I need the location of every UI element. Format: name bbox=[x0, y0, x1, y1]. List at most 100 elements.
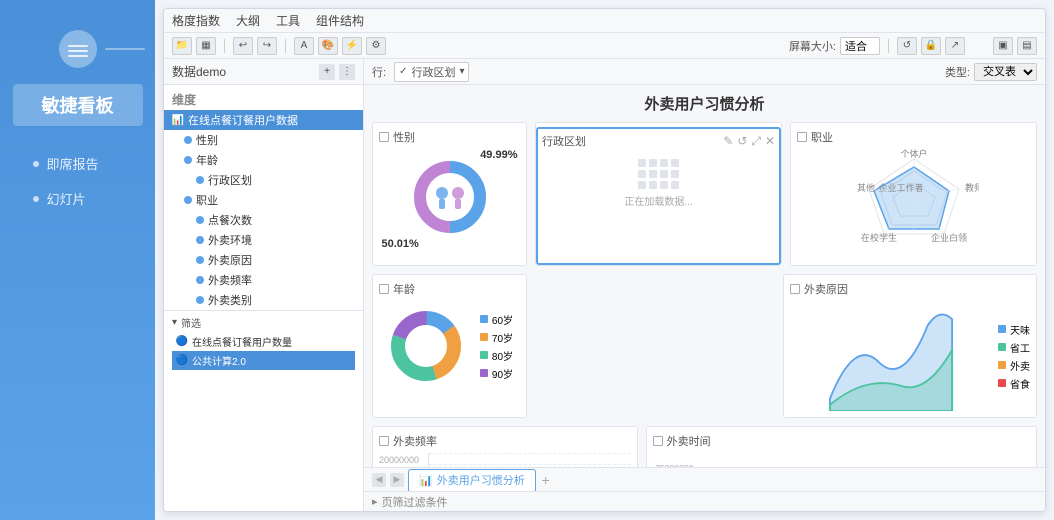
tree-item-category[interactable]: 外卖类别 bbox=[164, 290, 363, 310]
tree-item-label: 点餐次数 bbox=[208, 212, 252, 228]
tree-item-env[interactable]: 外卖环境 bbox=[164, 230, 363, 250]
legend-dot bbox=[998, 361, 1006, 369]
edit-icon[interactable]: ✎ bbox=[723, 134, 733, 149]
left-panel: 数据demo + ⋮ 维度 📊 在线点餐订餐用户数据 性别 bbox=[164, 59, 364, 511]
toolbar-btn-settings[interactable]: ⚙ bbox=[366, 37, 386, 55]
dashboard-title: 外卖用户习惯分析 bbox=[372, 93, 1037, 114]
app-window: 格度指数 大纲 工具 组件结构 📁 ▦ ↩ ↪ A 🎨 ⚡ ⚙ 屏幕大小: ↺ … bbox=[163, 8, 1046, 512]
tree-item-label: 外卖频率 bbox=[208, 272, 252, 288]
filter-label: 页筛过滤条件 bbox=[382, 494, 448, 510]
tab-add-btn[interactable]: + bbox=[536, 470, 556, 490]
bullet-icon bbox=[184, 196, 192, 204]
svg-text:教师职员: 教师职员 bbox=[965, 182, 979, 193]
time-title: 外卖时间 bbox=[653, 433, 1030, 449]
occupation-chart: 个体户 教师职员 企业白领 在校学生 其他 企业工作者 bbox=[797, 149, 1030, 259]
bullet-icon bbox=[196, 256, 204, 264]
sidebar-item-dashboard[interactable]: 敏捷看板 bbox=[13, 84, 143, 126]
loading-text: 正在加载数据... bbox=[624, 193, 692, 208]
svg-text:25000000: 25000000 bbox=[655, 463, 694, 467]
svg-text:其他: 其他 bbox=[857, 182, 875, 193]
dashboard-area: 外卖用户习惯分析 性别 bbox=[364, 85, 1045, 467]
tree-item-label: 职业 bbox=[196, 192, 218, 208]
filter-item-label: 在线点餐订餐用户数量 bbox=[192, 334, 292, 349]
menu-item-format[interactable]: 格度指数 bbox=[172, 12, 220, 29]
toolbar-btn-grid[interactable]: ▦ bbox=[196, 37, 216, 55]
legend-80: 80岁 bbox=[480, 348, 513, 363]
filter-dropdown-icon[interactable]: ▾ bbox=[459, 66, 464, 77]
sidebar-item-slides[interactable]: 幻灯片 bbox=[13, 181, 143, 216]
bullet-icon bbox=[196, 216, 204, 224]
scroll-right-btn[interactable]: ▶ bbox=[390, 473, 404, 487]
legend-sanggong: 省工 bbox=[998, 340, 1030, 355]
chevron-icon: ▸ bbox=[372, 495, 378, 508]
refresh-icon[interactable]: ↺ bbox=[737, 134, 747, 149]
toolbar-btn-layout1[interactable]: ▣ bbox=[993, 37, 1013, 55]
tree-item-age[interactable]: 年龄 bbox=[164, 150, 363, 170]
toolbar-btn-filter[interactable]: ⚡ bbox=[342, 37, 362, 55]
legend-dot bbox=[998, 343, 1006, 351]
menu-item-tools[interactable]: 工具 bbox=[276, 12, 300, 29]
tree-item-label: 外卖原因 bbox=[208, 252, 252, 268]
toolbar-btn-folder[interactable]: 📁 bbox=[172, 37, 192, 55]
tree-item-order-count[interactable]: 点餐次数 bbox=[164, 210, 363, 230]
y-label: 20000000 bbox=[379, 455, 424, 465]
filter-toggle[interactable]: ▸ 页筛过滤条件 bbox=[372, 494, 448, 510]
menu-item-outline[interactable]: 大纲 bbox=[236, 12, 260, 29]
male-pct: 50.01% bbox=[382, 238, 419, 250]
takeout-reason-card: 外卖原因 天味 bbox=[783, 274, 1037, 418]
age-legend: 60岁 70岁 80岁 bbox=[480, 312, 513, 381]
legend-label: 60岁 bbox=[492, 312, 513, 327]
tree-item-main[interactable]: 📊 在线点餐订餐用户数据 bbox=[164, 110, 363, 130]
age-donut-svg bbox=[386, 306, 466, 386]
tree-item-freq[interactable]: 外卖频率 bbox=[164, 270, 363, 290]
left-sidebar: 敏捷看板 即席报告 幻灯片 bbox=[0, 0, 155, 520]
takeout-reason-chart: 天味 省工 外卖 bbox=[790, 301, 1030, 411]
type-panel: 类型: 交叉表 bbox=[945, 63, 1037, 81]
expand-icon[interactable]: ⤢ bbox=[751, 134, 761, 149]
toolbar-btn-undo[interactable]: ↩ bbox=[233, 37, 253, 55]
toolbar-btn-refresh[interactable]: ↺ bbox=[897, 37, 917, 55]
toolbar-btn-layout2[interactable]: ▤ bbox=[1017, 37, 1037, 55]
legend-dot bbox=[480, 351, 488, 359]
age-donut-wrap: 60岁 70岁 80岁 bbox=[379, 301, 520, 391]
filter-item-2[interactable]: 🔵 公共计算2.0 bbox=[172, 351, 355, 370]
toolbar-btn-export[interactable]: ↗ bbox=[945, 37, 965, 55]
bullet-icon bbox=[196, 176, 204, 184]
type-select[interactable]: 交叉表 bbox=[974, 63, 1037, 81]
toolbar-btn-style[interactable]: A bbox=[294, 37, 314, 55]
tree-item-reason[interactable]: 外卖原因 bbox=[164, 250, 363, 270]
panel-icon-more[interactable]: ⋮ bbox=[339, 64, 355, 80]
filter-item-1[interactable]: 🔵 在线点餐订餐用户数量 bbox=[172, 332, 355, 351]
second-charts-row: 年龄 bbox=[372, 274, 1037, 418]
tree-item-occupation[interactable]: 职业 bbox=[164, 190, 363, 210]
legend-dot bbox=[480, 369, 488, 377]
legend-60: 60岁 bbox=[480, 312, 513, 327]
close-icon[interactable]: ✕ bbox=[765, 134, 775, 149]
toolbar-btn-color[interactable]: 🎨 bbox=[318, 37, 338, 55]
tree-item-admin[interactable]: 行政区划 bbox=[164, 170, 363, 190]
toolbar-btn-lock[interactable]: 🔒 bbox=[921, 37, 941, 55]
menu-item-structure[interactable]: 组件结构 bbox=[316, 12, 364, 29]
overlay-icons: ✎ ↺ ⤢ ✕ bbox=[723, 134, 775, 149]
scroll-left-btn[interactable]: ◀ bbox=[372, 473, 386, 487]
scroll-indicator: ◀ ▶ bbox=[368, 473, 408, 487]
tree-item-gender[interactable]: 性别 bbox=[164, 130, 363, 150]
sidebar-item-adhoc[interactable]: 即席报告 bbox=[13, 146, 143, 181]
age-title: 年龄 bbox=[379, 281, 520, 297]
legend-dot bbox=[998, 379, 1006, 387]
panel-icon-add[interactable]: + bbox=[319, 64, 335, 80]
zoom-label: 屏幕大小: bbox=[789, 38, 836, 54]
legend-label: 天味 bbox=[1010, 322, 1030, 337]
admin-region-overlay: 行政区划 ✎ ↺ ⤢ ✕ bbox=[536, 127, 781, 265]
admin-region-chart-card: 行政区划 行政区划 ✎ ↺ ⤢ ✕ bbox=[535, 122, 782, 266]
zoom-input[interactable] bbox=[840, 37, 880, 55]
gender-chart-card: 性别 bbox=[372, 122, 527, 266]
section-header-filter[interactable]: ▾ 筛选 bbox=[172, 315, 355, 330]
toolbar-btn-redo[interactable]: ↪ bbox=[257, 37, 277, 55]
tree-item-label: 行政区划 bbox=[208, 172, 252, 188]
folder-icon: 📊 bbox=[172, 114, 184, 126]
bullet-icon bbox=[196, 296, 204, 304]
tab-main[interactable]: 📊 外卖用户习惯分析 bbox=[408, 469, 536, 491]
y-labels: 100000000 80000000 60000000 40000000 200… bbox=[379, 453, 424, 467]
tree-section-filter: ▾ 筛选 🔵 在线点餐订餐用户数量 🔵 公共计算2.0 bbox=[164, 310, 363, 374]
